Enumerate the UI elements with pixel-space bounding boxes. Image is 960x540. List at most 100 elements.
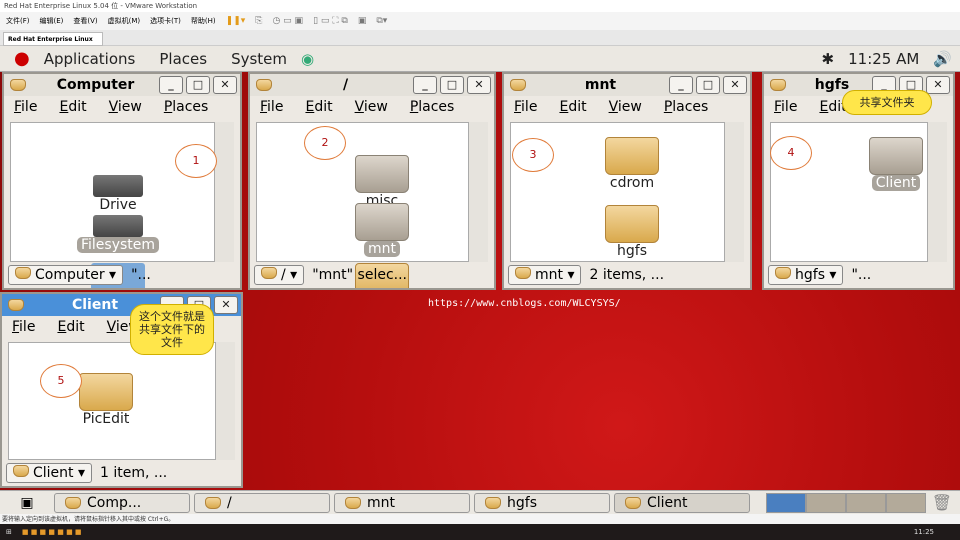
menu-places[interactable]: Places (164, 99, 209, 115)
folder-icon (770, 79, 786, 91)
workspace-2[interactable] (806, 492, 846, 513)
network-status-icon[interactable]: ◉ (301, 50, 314, 68)
icon-view[interactable]: misc mnt (256, 122, 488, 288)
menu-edit[interactable]: Edit (305, 99, 332, 115)
file-item[interactable]: cdrom (587, 137, 677, 191)
menu-vm[interactable]: 虚拟机(M) (108, 16, 141, 26)
status-text: "mnt" selec... (312, 267, 407, 283)
app-icon[interactable]: ■ ■ ■ ■ ■ ■ ■ (22, 528, 82, 536)
menu-places[interactable]: Places (664, 99, 709, 115)
menu-places[interactable]: Places (410, 99, 455, 115)
menu-edit[interactable]: 编辑(E) (40, 16, 64, 26)
menu-edit[interactable]: Edit (57, 319, 84, 335)
folder-icon (10, 79, 26, 91)
maximize-button[interactable]: □ (186, 76, 210, 94)
trash-icon[interactable]: 🗑 (932, 493, 952, 512)
menu-view[interactable]: 查看(V) (73, 16, 97, 26)
taskbar-button[interactable]: Client (614, 492, 750, 513)
menu-system[interactable]: System (231, 50, 287, 68)
system-clock[interactable]: 11:25 (914, 528, 934, 536)
start-icon[interactable]: ⊞ (6, 528, 12, 536)
menu-file[interactable]: 文件(F) (6, 16, 30, 26)
snapshot-icon[interactable]: ◷ ▭ ▣ (272, 16, 303, 26)
send-ctrl-alt-del-icon[interactable]: ⎘ (255, 16, 262, 26)
annotation-number: 3 (512, 138, 554, 172)
file-label: PicEdit (82, 411, 130, 427)
menu-help[interactable]: 帮助(H) (191, 16, 216, 26)
menu-file[interactable]: File (260, 99, 283, 115)
show-desktop-icon[interactable]: ▣ (4, 495, 50, 511)
folder-icon (485, 496, 501, 509)
maximize-button[interactable]: □ (440, 76, 464, 94)
folder-icon (625, 496, 641, 509)
file-item[interactable]: misc (337, 155, 427, 209)
menubar: File Edit View Places (504, 96, 750, 118)
menu-places[interactable]: Places (159, 50, 207, 68)
bluetooth-icon[interactable]: ✱ (822, 50, 835, 68)
close-button[interactable]: ✕ (467, 76, 491, 94)
file-label: cdrom (609, 175, 655, 191)
menu-tabs[interactable]: 选项卡(T) (150, 16, 181, 26)
pause-icon[interactable]: ❚❚▾ (226, 16, 246, 26)
menu-view[interactable]: View (355, 99, 388, 115)
title-bar[interactable]: / _ □ ✕ (250, 74, 494, 96)
vertical-scrollbar[interactable] (724, 122, 744, 262)
menu-file[interactable]: File (12, 319, 35, 335)
maximize-button[interactable]: □ (696, 76, 720, 94)
workspace-3[interactable] (846, 492, 886, 513)
close-button[interactable]: ✕ (926, 76, 950, 94)
vertical-scrollbar[interactable] (214, 122, 234, 262)
file-item[interactable]: hgfs (587, 205, 677, 259)
location-dropdown[interactable]: Computer ▾ (8, 265, 124, 285)
taskbar-button[interactable]: hgfs (474, 492, 610, 513)
fullscreen-icon[interactable]: ⧉▾ (376, 16, 387, 26)
minimize-button[interactable]: _ (159, 76, 183, 94)
window-root: / _ □ ✕ File Edit View Places misc mnt / ▾ "mnt" se… (248, 72, 496, 290)
location-dropdown[interactable]: / ▾ (254, 265, 305, 285)
vertical-scrollbar[interactable] (927, 122, 947, 262)
taskbar-button[interactable]: Comp... (54, 492, 190, 513)
taskbar-button[interactable]: mnt (334, 492, 470, 513)
close-button[interactable]: ✕ (213, 76, 237, 94)
minimize-button[interactable]: _ (413, 76, 437, 94)
menu-file[interactable]: File (774, 99, 797, 115)
folder-icon (605, 137, 659, 175)
close-button[interactable]: ✕ (723, 76, 747, 94)
workspace-1[interactable] (766, 492, 806, 513)
vm-tab[interactable]: Red Hat Enterprise Linux ... (3, 32, 103, 50)
workspace-switcher[interactable] (766, 492, 926, 513)
close-button[interactable]: ✕ (214, 296, 238, 314)
volume-icon[interactable]: 🔊 (933, 50, 952, 68)
taskbar-button[interactable]: / (194, 492, 330, 513)
menu-applications[interactable]: Applications (44, 50, 136, 68)
vertical-scrollbar[interactable] (215, 342, 235, 460)
icon-view[interactable]: PicEdit (8, 342, 235, 460)
status-text: "... (131, 267, 151, 283)
file-item[interactable]: mnt (337, 203, 427, 257)
annotation-number: 4 (770, 136, 812, 170)
title-bar[interactable]: mnt _ □ ✕ (504, 74, 750, 96)
menu-file[interactable]: File (14, 99, 37, 115)
menu-view[interactable]: View (109, 99, 142, 115)
location-dropdown[interactable]: Client ▾ (6, 463, 93, 483)
vertical-scrollbar[interactable] (468, 122, 488, 262)
location-dropdown[interactable]: hgfs ▾ (768, 265, 844, 285)
menu-edit[interactable]: Edit (559, 99, 586, 115)
file-item[interactable]: Filesystem (73, 203, 163, 253)
menu-edit[interactable]: Edit (59, 99, 86, 115)
title-bar[interactable]: Computer _ □ ✕ (4, 74, 240, 96)
clock[interactable]: 11:25 AM (848, 50, 919, 68)
console-icon[interactable]: ▣ (358, 16, 367, 26)
location-dropdown[interactable]: mnt ▾ (508, 265, 582, 285)
menu-file[interactable]: File (514, 99, 537, 115)
icon-view[interactable]: Drive Filesystem (10, 122, 234, 288)
minimize-button[interactable]: _ (669, 76, 693, 94)
taskbar-label: / (227, 494, 232, 511)
folder-icon (775, 267, 791, 279)
workspace-4[interactable] (886, 492, 926, 513)
menu-view[interactable]: View (609, 99, 642, 115)
vm-status-bar: 要将输入定向到该虚拟机，请将鼠标指针移入其中或按 Ctrl+G。 (0, 514, 960, 524)
location-label: hgfs (795, 267, 825, 283)
vmware-menubar: 文件(F) 编辑(E) 查看(V) 虚拟机(M) 选项卡(T) 帮助(H) ❚❚… (0, 12, 960, 30)
view-mode-icon[interactable]: ▯ ▭ ⛶ ⧉ (313, 16, 348, 26)
